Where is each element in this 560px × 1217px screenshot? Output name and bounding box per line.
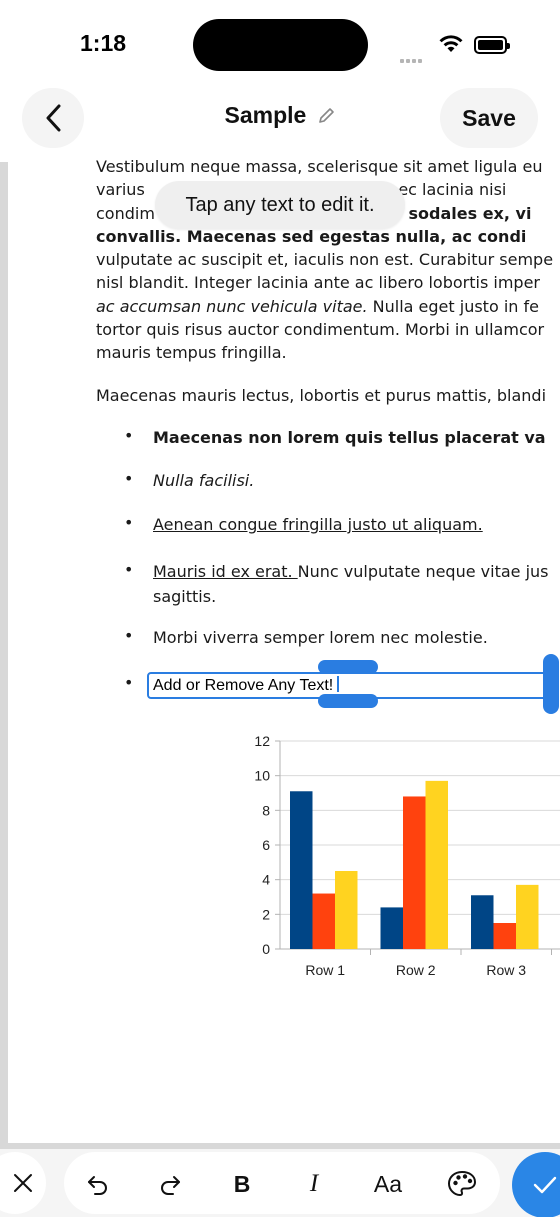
status-time: 1:18 — [80, 30, 127, 56]
text-caret — [337, 676, 340, 692]
bullet-marker: • — [124, 426, 134, 445]
list-item[interactable]: Mauris id ex erat. Nunc vulputate neque … — [153, 559, 560, 609]
bullet-marker: • — [124, 513, 134, 532]
bar — [493, 923, 516, 949]
bar — [312, 893, 335, 949]
y-tick-label: 10 — [254, 768, 270, 784]
bar — [516, 884, 539, 949]
format-tools-group — [64, 1152, 500, 1214]
text-line[interactable]: Vestibulum neque massa, scelerisque sit … — [96, 155, 560, 178]
bar-chart[interactable]: 0 2 4 6 8 10 12 Row 1 Row 2 Row 3 — [240, 728, 560, 988]
bullet-marker: • — [124, 560, 134, 579]
bullet-marker: • — [124, 673, 134, 692]
selection-handle-top[interactable] — [318, 660, 378, 674]
text-line[interactable]: ac accumsan nunc vehicula vitae. Nulla e… — [96, 295, 560, 318]
y-tick-label: 2 — [262, 906, 270, 922]
italic-button[interactable]: I — [294, 1164, 334, 1204]
y-tick-label: 0 — [262, 941, 270, 957]
text-line[interactable]: nisl blandit. Integer lacinia ante ac li… — [96, 271, 560, 294]
bar — [290, 791, 313, 949]
checkmark-icon — [533, 1176, 557, 1194]
wifi-icon — [439, 35, 463, 52]
palette-icon — [447, 1170, 477, 1197]
edit-field-value[interactable]: Add or Remove Any Text! — [153, 677, 333, 694]
font-size-button[interactable]: Aa — [368, 1164, 408, 1204]
bar — [403, 796, 426, 949]
selection-handle-bottom[interactable] — [318, 694, 378, 708]
text-line[interactable]: mauris tempus fringilla. — [96, 341, 560, 364]
battery-icon — [474, 36, 510, 54]
undo-icon — [88, 1176, 107, 1195]
selection-handle-right[interactable] — [543, 654, 559, 714]
list-item[interactable]: Aenean congue fringilla justo ut aliquam… — [153, 512, 560, 537]
bar — [335, 871, 358, 949]
redo-button[interactable] — [150, 1164, 190, 1204]
edit-hint-tooltip: Tap any text to edit it. — [155, 181, 405, 229]
text-line[interactable]: Maecenas mauris lectus, lobortis et puru… — [96, 384, 560, 407]
page-gutter — [0, 162, 8, 1144]
redo-icon — [161, 1176, 180, 1195]
pencil-icon[interactable] — [317, 107, 335, 125]
tooltip-text: Tap any text to edit it. — [185, 193, 375, 216]
paragraph-2[interactable]: Maecenas mauris lectus, lobortis et puru… — [96, 384, 560, 407]
text-line[interactable]: tortor quis risus auctor condimentum. Mo… — [96, 318, 560, 341]
bold-button[interactable]: B — [222, 1164, 262, 1204]
list-item[interactable]: Nulla facilisi. — [153, 468, 560, 493]
bar — [425, 780, 448, 949]
close-icon — [14, 1174, 32, 1192]
y-tick-label: 8 — [262, 802, 270, 818]
bar — [380, 907, 403, 949]
color-palette-button[interactable] — [442, 1164, 482, 1204]
status-bar: 1:18 — [0, 0, 560, 90]
list-item[interactable]: Maecenas non lorem quis tellus placerat … — [153, 425, 560, 450]
x-tick-label: Row 2 — [396, 962, 436, 978]
document-title[interactable]: Sample — [225, 102, 307, 128]
text-line[interactable]: vulputate ac suscipit et, iaculis non es… — [96, 248, 560, 271]
y-tick-label: 12 — [254, 733, 270, 749]
bar — [471, 895, 494, 949]
bullet-marker: • — [124, 626, 134, 645]
x-tick-label: Row 1 — [305, 962, 345, 978]
bullet-marker: • — [124, 469, 134, 488]
undo-button[interactable] — [78, 1164, 118, 1204]
nav-bar: Sample Save — [0, 88, 560, 162]
dynamic-island — [193, 19, 368, 71]
list-item[interactable]: Morbi viverra semper lorem nec molestie. — [153, 625, 560, 650]
y-tick-label: 6 — [262, 837, 270, 853]
y-tick-label: 4 — [262, 872, 270, 888]
cellular-signal-icon — [400, 48, 428, 63]
save-button[interactable]: Save — [440, 88, 538, 148]
x-tick-label: Row 3 — [486, 962, 526, 978]
